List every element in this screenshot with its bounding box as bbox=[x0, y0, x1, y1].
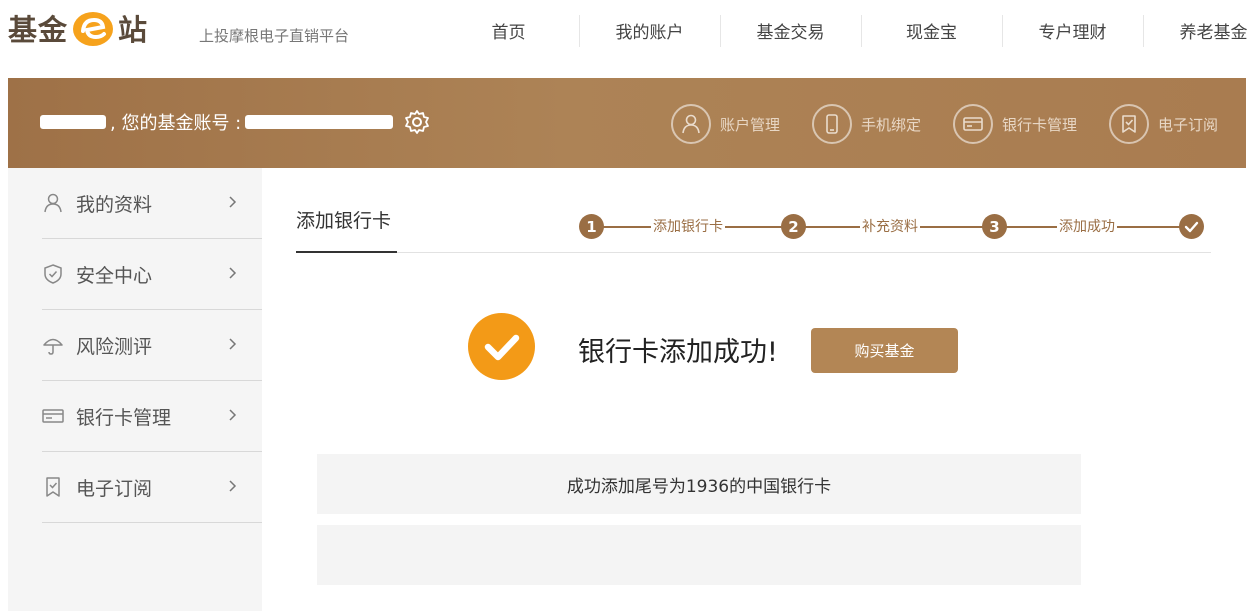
top-nav: 首页 我的账户 基金交易 现金宝 专户理财 养老基金 bbox=[438, 0, 1254, 60]
menu-label: 账户管理 bbox=[719, 115, 780, 134]
step-3-badge: 3 bbox=[982, 214, 1007, 239]
menu-label: 电子订阅 bbox=[1157, 115, 1218, 134]
chevron-right-icon bbox=[229, 267, 237, 279]
account-sidebar: 我的资料 安全中心 风险测评 银行卡管理 电子订阅 bbox=[8, 168, 262, 611]
sidebar-item-e-subscription[interactable]: 电子订阅 bbox=[42, 452, 262, 523]
nav-my-account[interactable]: 我的账户 bbox=[579, 0, 720, 60]
menu-account-management[interactable]: 账户管理 bbox=[670, 104, 780, 144]
masked-account-number bbox=[245, 115, 394, 129]
top-header: 基金 站 上投摩根电子直销平台 首页 我的账户 基金交易 现金宝 专户理财 养老… bbox=[0, 0, 1254, 78]
nav-private-wealth[interactable]: 专户理财 bbox=[1002, 0, 1143, 60]
nav-cash-treasure[interactable]: 现金宝 bbox=[861, 0, 1002, 60]
menu-e-subscription[interactable]: 电子订阅 bbox=[1108, 104, 1218, 144]
nav-fund-trading[interactable]: 基金交易 bbox=[720, 0, 861, 60]
active-tab-indicator bbox=[296, 251, 397, 253]
sidebar-item-security-center[interactable]: 安全中心 bbox=[42, 239, 262, 310]
card-icon bbox=[42, 409, 64, 423]
success-check-icon bbox=[468, 313, 535, 380]
step-2-label: 补充资料 bbox=[860, 216, 920, 236]
logo-text-right: 站 bbox=[118, 13, 149, 47]
chevron-right-icon bbox=[229, 196, 237, 208]
tab-add-bank-card[interactable]: 添加银行卡 bbox=[296, 206, 391, 233]
sidebar-item-label: 风险测评 bbox=[76, 335, 153, 358]
sidebar-item-my-profile[interactable]: 我的资料 bbox=[42, 168, 262, 239]
umbrella-icon bbox=[43, 338, 63, 355]
step-1-badge: 1 bbox=[579, 214, 604, 239]
chevron-right-icon bbox=[229, 338, 237, 350]
user-icon bbox=[44, 193, 62, 213]
buy-fund-button[interactable]: 购买基金 bbox=[811, 328, 958, 373]
empty-info-row bbox=[317, 525, 1081, 585]
step-2-badge: 2 bbox=[781, 214, 806, 239]
sidebar-item-label: 银行卡管理 bbox=[76, 406, 172, 429]
logo-e-icon bbox=[73, 12, 114, 46]
menu-label: 银行卡管理 bbox=[1001, 115, 1077, 134]
sidebar-item-bank-card-management[interactable]: 银行卡管理 bbox=[42, 381, 262, 452]
step-complete-check-icon bbox=[1179, 214, 1204, 239]
sidebar-item-risk-assessment[interactable]: 风险测评 bbox=[42, 310, 262, 381]
masked-user-name bbox=[40, 115, 106, 129]
shield-icon bbox=[44, 264, 62, 284]
sidebar-item-label: 电子订阅 bbox=[76, 477, 153, 500]
step-3-label: 添加成功 bbox=[1057, 216, 1117, 236]
main-content: 添加银行卡 1 添加银行卡 2 补充资料 3 添加成功 银行卡添加成功! 购买基… bbox=[262, 168, 1254, 611]
bank-card-added-info: 成功添加尾号为1936的中国银行卡 bbox=[317, 454, 1081, 514]
sidebar-item-label: 安全中心 bbox=[76, 264, 153, 287]
subscribe-icon bbox=[1108, 104, 1149, 144]
nav-pension-fund[interactable]: 养老基金 bbox=[1143, 0, 1254, 60]
greeting-text: , 您的基金账号 : bbox=[110, 113, 242, 134]
site-slogan: 上投摩根电子直销平台 bbox=[199, 27, 350, 45]
menu-label: 手机绑定 bbox=[860, 115, 921, 134]
phone-icon bbox=[811, 104, 852, 144]
success-message: 银行卡添加成功! bbox=[578, 337, 778, 368]
card-icon bbox=[952, 104, 993, 144]
tab-divider bbox=[296, 252, 1211, 253]
menu-phone-binding[interactable]: 手机绑定 bbox=[811, 104, 921, 144]
logo-text-left: 基金 bbox=[8, 13, 69, 47]
sidebar-item-label: 我的资料 bbox=[76, 193, 153, 216]
menu-bank-card-management[interactable]: 银行卡管理 bbox=[952, 104, 1077, 144]
settings-gear-icon[interactable] bbox=[403, 108, 431, 136]
account-banner: , 您的基金账号 : 账户管理 手机绑定 银行卡管理 电子订阅 bbox=[8, 78, 1246, 168]
site-logo[interactable]: 基金 站 bbox=[8, 6, 148, 50]
chevron-right-icon bbox=[229, 480, 237, 492]
step-1-label: 添加银行卡 bbox=[651, 216, 725, 236]
account-quick-menu: 账户管理 手机绑定 银行卡管理 电子订阅 bbox=[639, 104, 1218, 144]
progress-steps: 1 添加银行卡 2 补充资料 3 添加成功 bbox=[579, 214, 1209, 240]
chevron-right-icon bbox=[229, 409, 237, 421]
subscribe-icon bbox=[46, 477, 60, 497]
account-greeting: , 您的基金账号 : bbox=[40, 108, 431, 136]
nav-home[interactable]: 首页 bbox=[438, 0, 579, 60]
user-icon bbox=[670, 104, 711, 144]
